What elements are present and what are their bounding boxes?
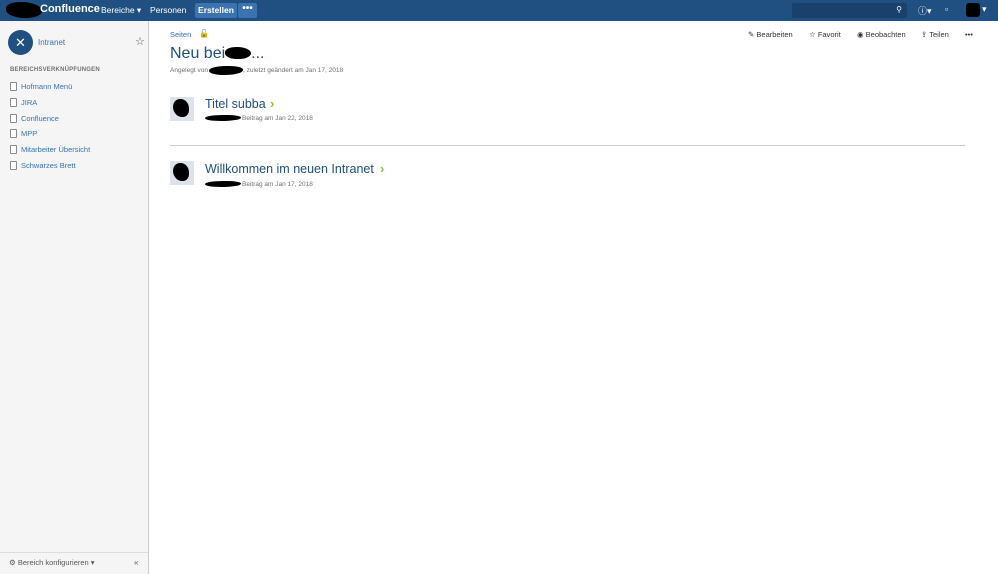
post-title[interactable]: Willkommen im neuen Intranet bbox=[205, 162, 374, 176]
nav-bereiche[interactable]: Bereiche ▾ bbox=[101, 5, 141, 16]
page-icon bbox=[10, 98, 17, 108]
favorite-button[interactable]: ☆ Favorit bbox=[809, 30, 841, 39]
redacted-author bbox=[205, 181, 241, 187]
shortcut-link[interactable]: Confluence bbox=[10, 110, 90, 126]
post-title[interactable]: Titel subba bbox=[205, 97, 266, 111]
avatar[interactable] bbox=[170, 97, 194, 121]
create-button[interactable]: Erstellen bbox=[195, 3, 237, 18]
page-meta-date: , zuletzt geändert am Jan 17, 2018 bbox=[243, 67, 344, 74]
redacted-logo bbox=[6, 2, 42, 18]
page-meta: Angelegt von bbox=[170, 67, 208, 74]
page-icon bbox=[10, 129, 17, 139]
post-meta: Beitrag am Jan 22, 2018 bbox=[242, 115, 313, 122]
user-menu-chevron-icon[interactable]: ▾ bbox=[982, 4, 987, 15]
space-logo-icon[interactable]: ✕ bbox=[8, 30, 33, 55]
configure-space-button[interactable]: ⚙ Bereich konfigurieren ▾ bbox=[9, 558, 95, 567]
page-icon bbox=[10, 160, 17, 170]
shortcut-link[interactable]: MPP bbox=[10, 126, 90, 142]
page-icon bbox=[10, 82, 17, 92]
notifications-icon[interactable]: ▫ bbox=[945, 4, 948, 14]
more-actions-button[interactable]: ••• bbox=[965, 30, 973, 39]
avatar[interactable] bbox=[170, 161, 194, 185]
shortcut-link[interactable]: Mitarbeiter Übersicht bbox=[10, 142, 90, 158]
redacted-name bbox=[225, 47, 252, 59]
page-icon bbox=[10, 113, 17, 123]
page-icon bbox=[10, 145, 17, 155]
divider bbox=[170, 145, 965, 146]
share-icon: ⇪ bbox=[921, 30, 928, 39]
page-title: Neu bei... bbox=[170, 45, 265, 62]
star-outline-icon: ☆ bbox=[809, 30, 816, 39]
user-avatar[interactable] bbox=[966, 3, 980, 17]
create-more-button[interactable]: ••• bbox=[238, 3, 257, 18]
help-icon[interactable]: ⓘ▾ bbox=[918, 4, 932, 17]
shortcut-link[interactable]: Hofmann Menü bbox=[10, 79, 90, 95]
top-navigation-bar: Confluence Bereiche ▾ Personen Erstellen… bbox=[0, 0, 998, 21]
collapse-sidebar-button[interactable]: « bbox=[134, 558, 138, 567]
redacted-avatar bbox=[173, 163, 189, 181]
redacted-avatar bbox=[173, 99, 189, 117]
post-meta: Beitrag am Jan 17, 2018 bbox=[242, 181, 313, 188]
confluence-logo[interactable]: Confluence bbox=[40, 3, 100, 15]
watch-button[interactable]: ◉ Beobachten bbox=[857, 30, 906, 39]
eye-icon: ◉ bbox=[857, 30, 864, 39]
nav-personen[interactable]: Personen bbox=[150, 5, 186, 15]
shortcut-link[interactable]: JIRA bbox=[10, 95, 90, 111]
star-icon[interactable]: ☆ bbox=[135, 35, 145, 48]
redacted-author bbox=[209, 66, 243, 75]
shortcut-list: Hofmann Menü JIRA Confluence MPP Mitarbe… bbox=[10, 79, 90, 173]
shortcuts-heading: BEREICHSVERKNÜPFUNGEN bbox=[10, 67, 100, 73]
sidebar-footer: ⚙ Bereich konfigurieren ▾ « bbox=[0, 552, 148, 574]
edit-button[interactable]: ✎ Bearbeiten bbox=[748, 30, 793, 39]
share-button[interactable]: ⇪ Teilen bbox=[921, 30, 949, 39]
lock-icon[interactable]: 🔓 bbox=[199, 29, 209, 38]
gear-icon: ⚙ bbox=[9, 558, 16, 567]
chevron-right-icon[interactable]: › bbox=[270, 96, 274, 111]
pencil-icon: ✎ bbox=[748, 30, 755, 39]
search-icon: ⚲ bbox=[896, 5, 902, 14]
breadcrumb[interactable]: Seiten bbox=[170, 30, 191, 39]
shortcut-link[interactable]: Schwarzes Brett bbox=[10, 157, 90, 173]
redacted-author bbox=[205, 115, 241, 121]
space-name-link[interactable]: Intranet bbox=[38, 38, 65, 47]
chevron-right-icon[interactable]: › bbox=[380, 161, 384, 176]
space-sidebar: ✕ Intranet ☆ BEREICHSVERKNÜPFUNGEN Hofma… bbox=[0, 21, 149, 574]
search-input[interactable]: ⚲ bbox=[792, 3, 907, 18]
